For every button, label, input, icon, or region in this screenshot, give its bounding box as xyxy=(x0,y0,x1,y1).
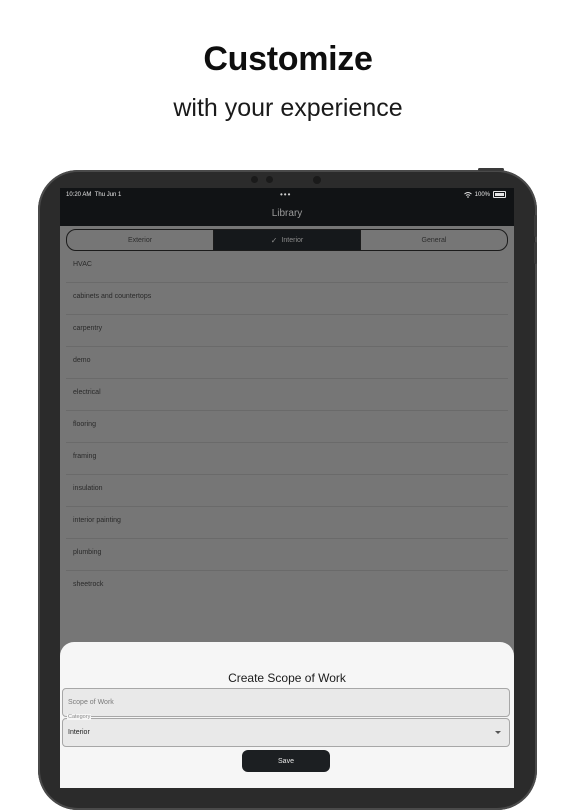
app-screen: 10:20 AM Thu Jun 1 ••• 100% Library Exte… xyxy=(60,188,514,788)
category-segmented-control: Exterior ✓ Interior General xyxy=(66,229,508,251)
save-button-label: Save xyxy=(278,757,294,765)
list-item[interactable]: carpentry xyxy=(66,315,508,347)
scope-placeholder: Scope of Work xyxy=(68,699,114,706)
list-item[interactable]: demo xyxy=(66,347,508,379)
volume-down-button xyxy=(534,242,537,264)
list-item-label: interior painting xyxy=(73,517,121,524)
list-item[interactable]: framing xyxy=(66,443,508,475)
library-list: HVAC cabinets and countertops carpentry … xyxy=(66,251,508,602)
nav-bar: Library xyxy=(60,202,514,226)
list-item[interactable]: flooring xyxy=(66,411,508,443)
segment-label: General xyxy=(421,236,447,244)
category-select[interactable]: Category Interior xyxy=(62,714,510,747)
segment-general[interactable]: General xyxy=(361,230,507,250)
save-button[interactable]: Save xyxy=(242,750,330,772)
list-item[interactable]: sheetrock xyxy=(66,571,508,602)
wifi-icon xyxy=(463,191,472,198)
multitasking-dots-icon[interactable]: ••• xyxy=(280,190,291,199)
list-item-label: HVAC xyxy=(73,261,92,268)
camera-sensor-icon xyxy=(266,176,273,183)
list-item[interactable]: interior painting xyxy=(66,507,508,539)
battery-percent: 100% xyxy=(474,191,490,198)
sheet-title: Create Scope of Work xyxy=(228,671,346,685)
category-label: Category xyxy=(67,714,92,720)
list-item-label: carpentry xyxy=(73,325,103,332)
scope-of-work-input[interactable]: Scope of Work xyxy=(62,688,510,717)
promo-headline: Customize xyxy=(203,40,373,78)
status-time: 10:20 AM Thu Jun 1 xyxy=(66,192,121,198)
segment-label: Interior xyxy=(281,236,304,244)
checkmark-icon: ✓ xyxy=(270,235,278,245)
list-item-label: demo xyxy=(73,357,91,364)
create-scope-sheet: Create Scope of Work Scope of Work Categ… xyxy=(60,642,514,788)
status-bar: 10:20 AM Thu Jun 1 ••• 100% xyxy=(60,188,514,202)
status-date-text: Thu Jun 1 xyxy=(94,192,122,198)
list-item-label: insulation xyxy=(73,485,103,492)
battery-icon xyxy=(493,191,506,198)
camera-icon xyxy=(251,176,258,183)
nav-title: Library xyxy=(271,208,303,219)
dropdown-arrow-icon xyxy=(495,731,501,734)
list-item[interactable]: insulation xyxy=(66,475,508,507)
list-item[interactable]: cabinets and countertops xyxy=(66,283,508,315)
status-indicators: 100% xyxy=(463,191,506,198)
list-item[interactable]: electrical xyxy=(66,379,508,411)
list-item-label: sheetrock xyxy=(73,581,104,588)
list-item-label: framing xyxy=(73,453,97,460)
camera-lens-icon xyxy=(313,176,321,184)
segment-interior[interactable]: ✓ Interior xyxy=(214,230,361,250)
list-item[interactable]: plumbing xyxy=(66,539,508,571)
volume-up-button xyxy=(534,215,537,237)
category-value: Interior xyxy=(68,729,90,736)
status-time-text: 10:20 AM xyxy=(66,192,92,198)
power-button xyxy=(478,168,504,171)
promo-subheadline: with your experience xyxy=(173,94,403,122)
segment-label: Exterior xyxy=(127,236,153,244)
list-item-label: cabinets and countertops xyxy=(73,293,152,300)
list-item-label: plumbing xyxy=(73,549,102,556)
segment-exterior[interactable]: Exterior xyxy=(67,230,214,250)
list-item-label: electrical xyxy=(73,389,101,396)
list-item-label: flooring xyxy=(73,421,96,428)
list-item[interactable]: HVAC xyxy=(66,251,508,283)
